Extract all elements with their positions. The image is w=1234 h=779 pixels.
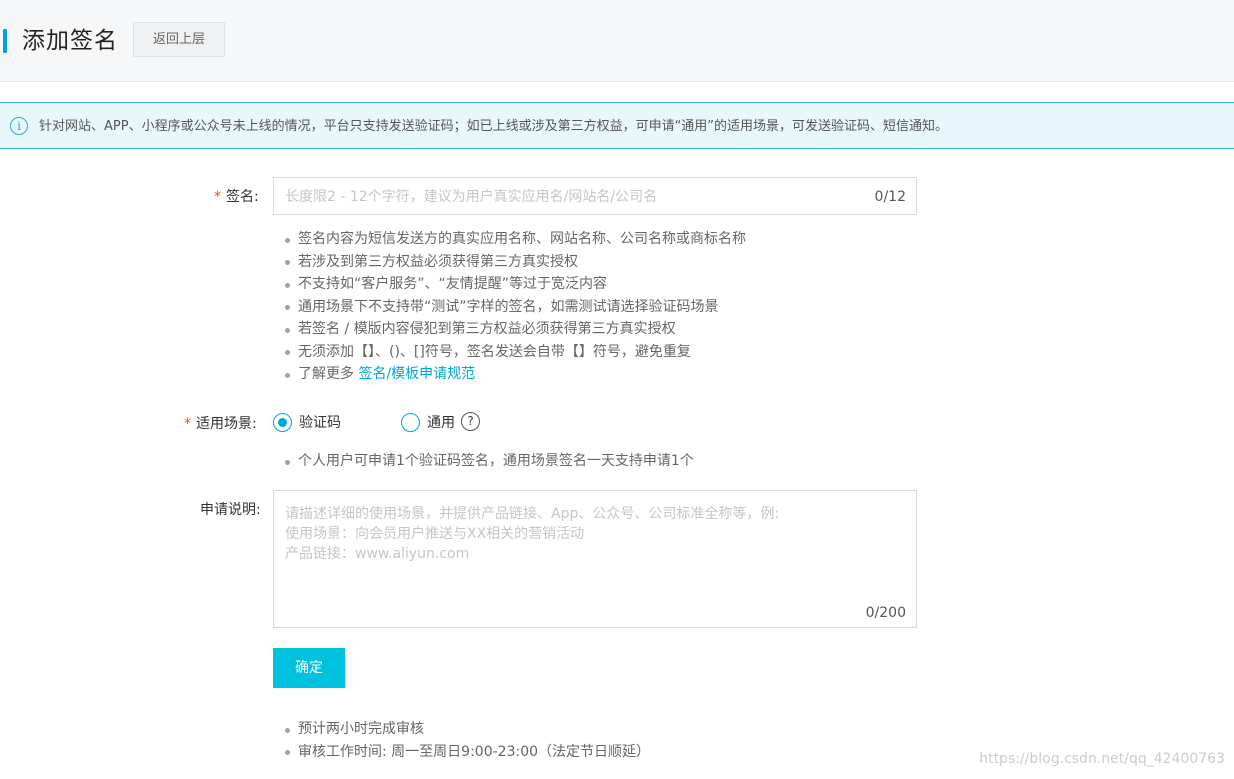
description-char-count: 0/200 — [865, 605, 906, 621]
signature-label: * 签名: — [214, 187, 259, 207]
description-placeholder: 请描述详细的使用场景，并提供产品链接、App、公众号、公司标准全称等，例: 使用… — [285, 506, 780, 562]
list-item: 无须添加【】、()、[]符号，签名发送会自带【】符号，避免重复 — [285, 341, 746, 364]
scene-tips: 个人用户可申请1个验证码签名，通用场景签名一天支持申请1个 — [285, 450, 694, 473]
signature-char-count: 0/12 — [874, 189, 906, 205]
title-accent-bar — [3, 29, 7, 53]
signature-label-text: 签名: — [226, 189, 259, 205]
scene-label-text: 适用场景: — [196, 416, 257, 432]
signature-placeholder: 长度限2 - 12个字符，建议为用户真实应用名/网站名/公司名 — [285, 189, 658, 205]
required-mark: * — [214, 189, 221, 205]
page-title: 添加签名 — [22, 28, 118, 54]
watermark: https://blog.csdn.net/qq_42400763 — [979, 751, 1225, 767]
notice-banner: i 针对网站、APP、小程序或公众号未上线的情况，平台只支持发送验证码；如已上线… — [0, 102, 1234, 149]
list-item: 了解更多 签名/模板申请规范 — [285, 363, 746, 386]
radio-unchecked-icon — [401, 412, 420, 432]
radio-label: 通用 — [427, 415, 455, 431]
review-tips: 预计两小时完成审核 审核工作时间: 周一至周日9:00-23:00（法定节日顺延… — [285, 718, 650, 763]
list-item: 个人用户可申请1个验证码签名，通用场景签名一天支持申请1个 — [285, 450, 694, 473]
list-item: 通用场景下不支持带“测试”字样的签名，如需测试请选择验证码场景 — [285, 296, 746, 319]
radio-label: 验证码 — [299, 415, 341, 431]
spec-link[interactable]: 签名/模板申请规范 — [358, 366, 475, 382]
list-item: 若涉及到第三方权益必须获得第三方真实授权 — [285, 251, 746, 274]
list-item: 不支持如“客户服务”、“友情提醒”等过于宽泛内容 — [285, 273, 746, 296]
info-icon: i — [10, 117, 28, 135]
submit-button[interactable]: 确定 — [273, 648, 345, 688]
list-item: 审核工作时间: 周一至周日9:00-23:00（法定节日顺延） — [285, 741, 650, 764]
notice-text: 针对网站、APP、小程序或公众号未上线的情况，平台只支持发送验证码；如已上线或涉… — [39, 119, 949, 134]
page-header: 添加签名 返回上层 — [0, 0, 1234, 82]
list-item: 预计两小时完成审核 — [285, 718, 650, 741]
required-mark: * — [184, 416, 191, 432]
list-item: 签名内容为短信发送方的真实应用名称、网站名称、公司名称或商标名称 — [285, 228, 746, 251]
description-label: 申请说明: — [200, 502, 261, 518]
description-textarea[interactable]: 请描述详细的使用场景，并提供产品链接、App、公众号、公司标准全称等，例: 使用… — [273, 490, 917, 628]
signature-tips: 签名内容为短信发送方的真实应用名称、网站名称、公司名称或商标名称 若涉及到第三方… — [285, 228, 746, 386]
list-item: 若签名 / 模版内容侵犯到第三方权益必须获得第三方真实授权 — [285, 318, 746, 341]
radio-general[interactable]: 通用 — [401, 412, 455, 432]
scene-label: * 适用场景: — [184, 414, 257, 434]
signature-input[interactable]: 长度限2 - 12个字符，建议为用户真实应用名/网站名/公司名 0/12 — [273, 177, 917, 215]
learn-more-prefix: 了解更多 — [298, 366, 359, 382]
help-icon[interactable]: ? — [461, 412, 480, 431]
radio-checked-icon — [273, 412, 292, 432]
radio-verification-code[interactable]: 验证码 — [273, 412, 341, 432]
back-button[interactable]: 返回上层 — [133, 22, 225, 57]
